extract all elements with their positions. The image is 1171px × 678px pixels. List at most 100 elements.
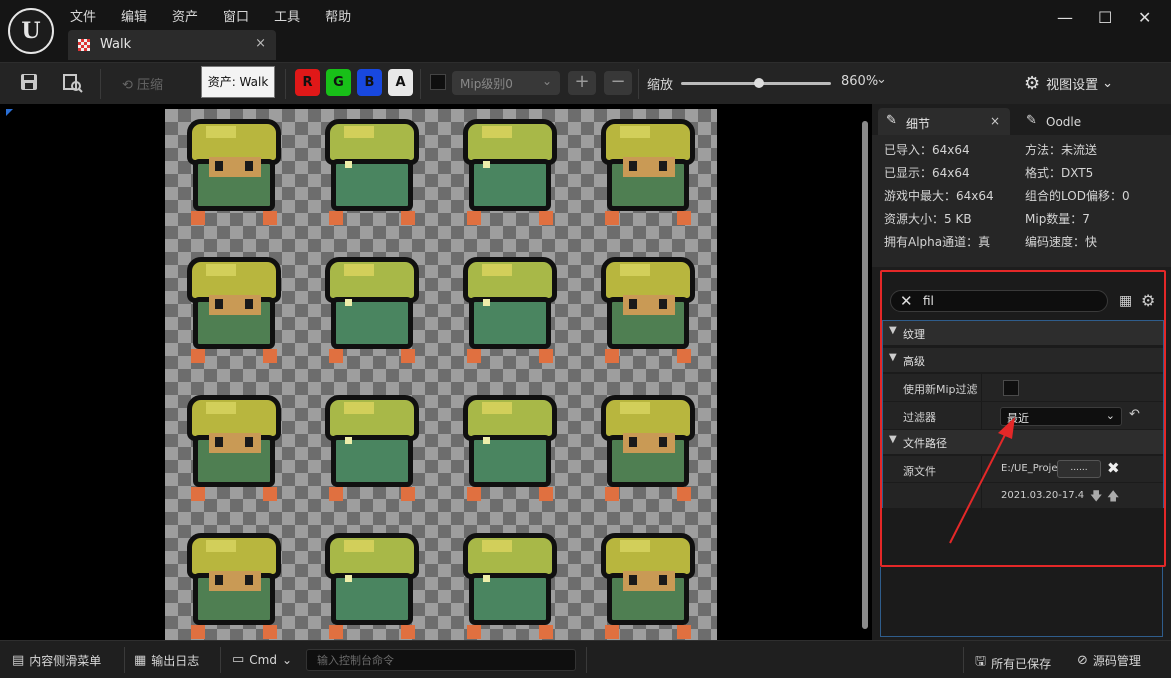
- output-log-icon: ▦: [134, 653, 147, 668]
- category-file-path[interactable]: ▼ 文件路径: [883, 430, 1163, 454]
- gear-icon[interactable]: ⚙: [1141, 291, 1155, 310]
- sprite-foot1: [191, 625, 205, 639]
- mip-checkbox[interactable]: [430, 74, 446, 90]
- sprite-frame: [317, 253, 427, 371]
- pencil-icon: ✎: [886, 113, 897, 128]
- toolbar-divider: [420, 69, 421, 99]
- browse-source-button[interactable]: ......: [1057, 460, 1101, 478]
- property-row-filter: 过滤器 最近 ⌄ ↶: [883, 401, 1163, 430]
- arrow-up-icon[interactable]: 🡅: [1107, 487, 1119, 508]
- source-control-button[interactable]: ⊘ 源码管理: [1077, 652, 1141, 669]
- close-tab-icon[interactable]: ×: [990, 114, 1000, 128]
- sprite-foot1: [605, 349, 619, 363]
- use-new-mip-filter-checkbox[interactable]: [1003, 380, 1019, 396]
- sprite-foot2: [539, 211, 553, 225]
- sprite-foot1: [605, 625, 619, 639]
- chevron-down-icon[interactable]: ⌄: [876, 72, 887, 87]
- sprite-body: [469, 297, 551, 349]
- tab-details[interactable]: ✎ 细节 ×: [878, 108, 1010, 135]
- sprite-frame: [317, 115, 427, 233]
- sprite-body: [469, 573, 551, 625]
- mip-decrease-button[interactable]: −: [604, 71, 632, 95]
- sprite-foot2: [539, 349, 553, 363]
- output-log-button[interactable]: ▦ 输出日志: [134, 652, 199, 669]
- channel-b-button[interactable]: B: [357, 69, 382, 96]
- clear-search-icon[interactable]: ✕: [900, 292, 913, 310]
- console-input[interactable]: [306, 649, 576, 671]
- sprite-foot2: [263, 487, 277, 501]
- details-highlight-box: ✕ ▦ ⚙ ▼ 纹理 ▼ 高级 使用新Mip过滤 过滤器 最近 ⌄ ↶: [880, 270, 1166, 567]
- info-method: 方法：未流送: [1025, 143, 1098, 157]
- reset-to-default-icon[interactable]: ↶: [1129, 407, 1140, 422]
- category-advanced[interactable]: ▼ 高级: [883, 348, 1163, 372]
- sprite-frame: [179, 115, 289, 233]
- menu-window[interactable]: 窗口: [223, 6, 249, 25]
- menu-help[interactable]: 帮助: [325, 6, 351, 25]
- mip-increase-button[interactable]: +: [568, 71, 596, 95]
- sprite-foot2: [539, 625, 553, 639]
- sprite-body: [331, 159, 413, 211]
- sprite-eye1: [215, 437, 223, 447]
- view-settings-button[interactable]: ⚙ 视图设置 ⌄: [1024, 71, 1113, 95]
- sprite-body: [331, 297, 413, 349]
- cmd-select[interactable]: ▭ Cmd ⌄: [232, 652, 292, 667]
- sprite-foot1: [467, 487, 481, 501]
- tab-oodle[interactable]: ✎ Oodle: [1020, 108, 1160, 135]
- zoom-slider-thumb[interactable]: [754, 78, 764, 88]
- info-format: 格式：DXT5: [1025, 166, 1094, 180]
- save-icon[interactable]: [18, 73, 40, 95]
- info-has-alpha: 拥有Alpha通道：真: [884, 235, 991, 249]
- sprite-eye1: [345, 437, 352, 444]
- content-drawer-button[interactable]: ▤ 内容侧滑菜单: [12, 652, 101, 669]
- search-input[interactable]: [923, 292, 1093, 310]
- sprite-eye2: [659, 161, 667, 171]
- sprite-body: [331, 573, 413, 625]
- texture-viewport[interactable]: [0, 104, 872, 640]
- menu-asset[interactable]: 资产: [172, 6, 198, 25]
- toolbar-divider: [100, 69, 101, 99]
- mip-level-select[interactable]: Mip级别0 ⌄: [452, 71, 560, 95]
- scrollbar-thumb[interactable]: [862, 121, 868, 629]
- viewport-scrollbar[interactable]: [862, 121, 868, 629]
- filter-select[interactable]: 最近 ⌄: [1000, 407, 1122, 426]
- sprite-frame: [317, 391, 427, 509]
- clear-source-icon[interactable]: ✖: [1107, 459, 1120, 477]
- sprite-body: [469, 159, 551, 211]
- minimize-button[interactable]: —: [1057, 8, 1073, 27]
- channel-r-button[interactable]: R: [295, 69, 320, 96]
- channel-a-button[interactable]: A: [388, 69, 413, 96]
- browse-asset-icon[interactable]: [62, 73, 84, 95]
- property-tree: ▼ 纹理 ▼ 高级 使用新Mip过滤 过滤器 最近 ⌄ ↶ ▼ 文件路径 源文件: [882, 320, 1164, 511]
- collapse-triangle-icon: ▼: [889, 434, 897, 445]
- unreal-logo[interactable]: U: [8, 8, 54, 54]
- sprite-eye2: [659, 575, 667, 585]
- arrow-down-icon[interactable]: 🡇: [1090, 487, 1102, 508]
- sprite-eye2: [659, 299, 667, 309]
- sprite-foot2: [263, 211, 277, 225]
- menu-edit[interactable]: 编辑: [121, 6, 147, 25]
- sprite-eye1: [629, 437, 637, 447]
- menu-tools[interactable]: 工具: [274, 6, 300, 25]
- tab-walk[interactable]: Walk ×: [68, 30, 276, 60]
- close-window-button[interactable]: ✕: [1138, 8, 1151, 27]
- toolbar-divider: [285, 69, 286, 99]
- category-texture[interactable]: ▼ 纹理: [883, 321, 1163, 345]
- collapse-triangle-icon: ▼: [889, 352, 897, 363]
- sprite-foot1: [329, 625, 343, 639]
- all-saved-button[interactable]: 🖫 所有已保存: [975, 652, 1051, 674]
- sprite-body: [331, 435, 413, 487]
- sprite-foot1: [191, 211, 205, 225]
- channel-g-button[interactable]: G: [326, 69, 351, 96]
- close-tab-icon[interactable]: ×: [255, 36, 266, 51]
- sprite-foot1: [467, 625, 481, 639]
- compress-button[interactable]: ⟲ 压缩: [122, 74, 163, 93]
- table-view-icon[interactable]: ▦: [1119, 293, 1132, 309]
- zoom-value: 860%: [841, 74, 879, 89]
- sprite-frame: [593, 529, 703, 640]
- search-box[interactable]: ✕: [890, 290, 1108, 312]
- menu-file[interactable]: 文件: [70, 6, 96, 25]
- maximize-button[interactable]: ☐: [1098, 8, 1112, 27]
- mip-level-value: Mip级别0: [460, 77, 513, 91]
- source-control-icon: ⊘: [1077, 653, 1088, 668]
- collapse-triangle-icon: ▼: [889, 325, 897, 336]
